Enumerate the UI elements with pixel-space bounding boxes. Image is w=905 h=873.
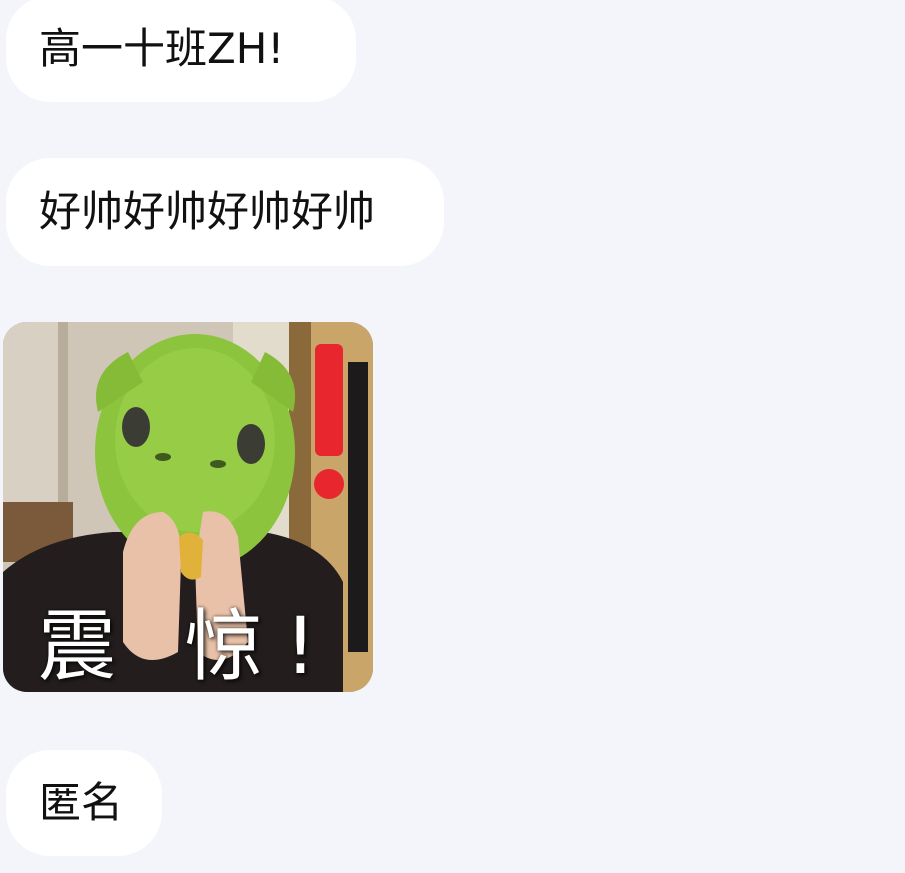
message-text: 高一十班ZH! [39,24,285,73]
message-bubble[interactable]: 匿名 [6,750,162,856]
sticker-message[interactable]: 震 惊! [3,322,373,692]
sticker-caption: 震 惊! [37,602,339,692]
message-text: 好帅好帅好帅好帅 [39,187,376,236]
message-text: 匿名 [39,778,124,827]
message-bubble[interactable]: 高一十班ZH! [6,0,356,102]
message-bubble[interactable]: 好帅好帅好帅好帅 [6,158,444,266]
